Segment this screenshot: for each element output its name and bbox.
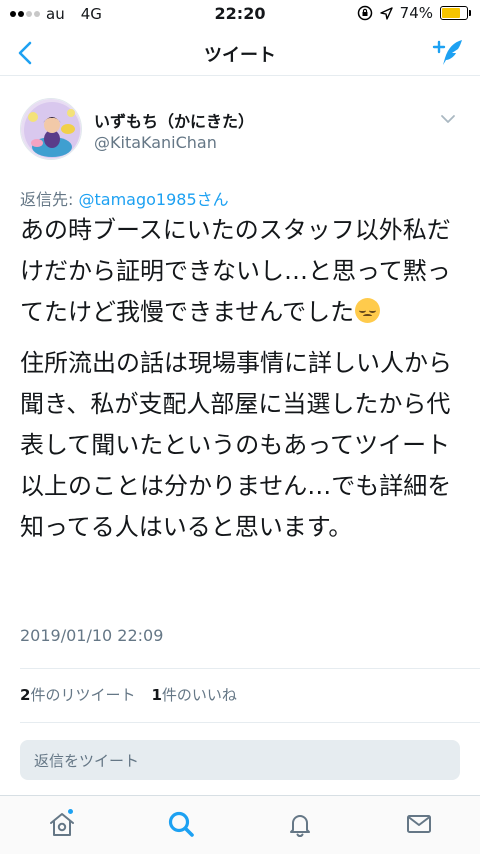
compose-tweet-icon[interactable] xyxy=(432,38,464,68)
retweet-count-link[interactable]: 2件のリツイート xyxy=(20,684,135,705)
tweet-paragraph: あの時ブースにいたのスタッフ以外私だけだから証明できないし…と思って黙ってたけど… xyxy=(20,210,465,333)
bell-icon xyxy=(290,815,310,837)
tab-messages[interactable] xyxy=(399,804,439,844)
like-count: 1 xyxy=(151,686,162,704)
tab-home[interactable] xyxy=(42,804,82,844)
tweet-paragraph: 住所流出の話は現場事情に詳しい人から聞き、私が支配人部屋に当選したから代表して聞… xyxy=(20,349,452,541)
orientation-lock-icon xyxy=(357,5,372,21)
notification-dot xyxy=(66,807,75,816)
tab-notifications[interactable] xyxy=(280,804,320,844)
avatar[interactable] xyxy=(20,98,82,160)
retweet-label: 件のリツイート xyxy=(30,686,136,704)
nav-bar: ツイート xyxy=(0,30,480,76)
mail-icon xyxy=(407,815,431,833)
divider xyxy=(20,722,480,723)
reply-to-prefix: 返信先: xyxy=(20,190,79,209)
tweet-paragraph-text: あの時ブースにいたのスタッフ以外私だけだから証明できないし…と思って黙ってたけど… xyxy=(20,216,451,326)
author-handle[interactable]: @KitaKaniChan xyxy=(94,133,217,152)
like-count-link[interactable]: 1件のいいね xyxy=(151,684,236,705)
tab-search[interactable] xyxy=(161,804,201,844)
reply-input[interactable]: 返信をツイート xyxy=(20,740,460,780)
disappointed-face-icon xyxy=(355,298,381,323)
tweet-timestamp: 2019/01/10 22:09 xyxy=(20,626,164,645)
battery-level-fill xyxy=(442,8,460,18)
search-icon xyxy=(168,811,194,837)
retweet-count: 2 xyxy=(20,686,31,704)
battery-percent: 74% xyxy=(399,4,433,22)
reply-to-line: 返信先: @tamago1985さん xyxy=(20,186,229,210)
status-bar: au 4G 22:20 74% xyxy=(0,0,480,30)
tweet-author: いずもち（かにきた） @KitaKaniChan xyxy=(20,98,460,168)
page-title: ツイート xyxy=(204,45,276,66)
location-arrow-icon xyxy=(379,6,393,20)
author-display-name[interactable]: いずもち（かにきた） xyxy=(94,108,254,132)
tweet-stats: 2件のリツイート 1件のいいね xyxy=(20,684,237,705)
chevron-down-icon[interactable] xyxy=(440,114,456,124)
status-right: 74% xyxy=(357,4,471,22)
divider xyxy=(20,668,480,669)
tweet-text: あの時ブースにいたのスタッフ以外私だけだから証明できないし…と思って黙ってたけど… xyxy=(20,210,465,548)
reply-to-mention[interactable]: @tamago1985さん xyxy=(78,190,228,209)
battery-icon xyxy=(440,6,471,20)
like-label: 件のいいね xyxy=(161,686,237,704)
tab-bar xyxy=(0,795,480,854)
